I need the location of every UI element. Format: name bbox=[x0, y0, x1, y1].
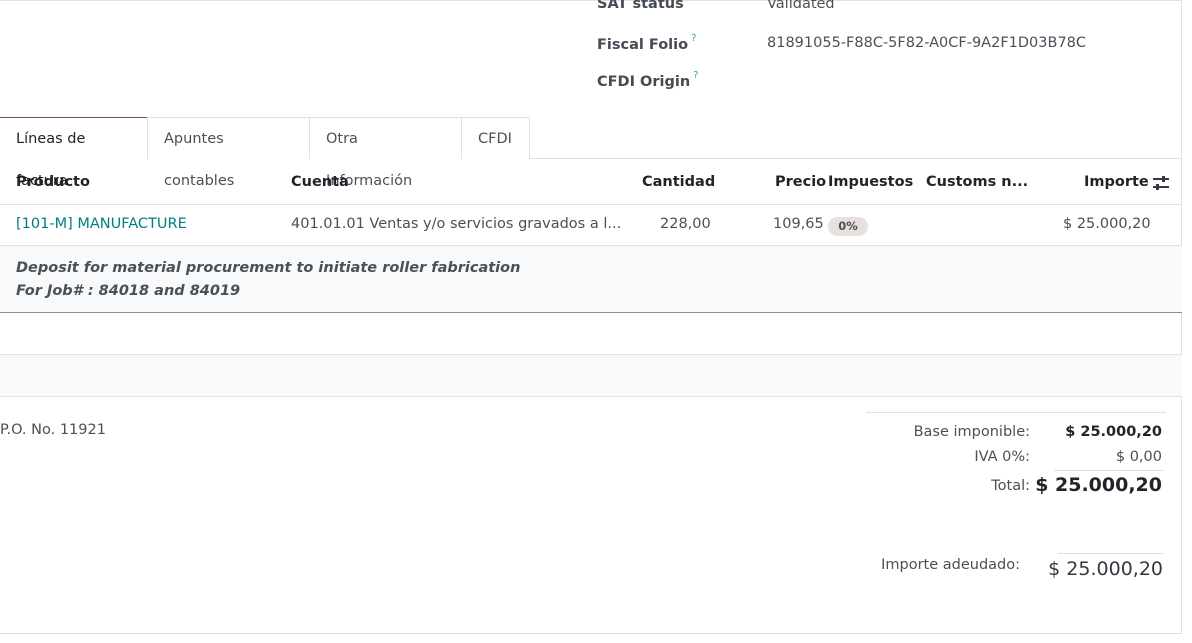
amount-cell: $ 25.000,20 bbox=[1063, 216, 1151, 232]
quantity-cell[interactable]: 228,00 bbox=[660, 216, 711, 232]
account-cell[interactable]: 401.01.01 Ventas y/o servicios gravados … bbox=[291, 216, 621, 232]
amount-due-label: Importe adeudado: bbox=[881, 557, 1020, 573]
column-settings-icon[interactable] bbox=[1152, 175, 1170, 191]
col-header-account[interactable]: Cuenta bbox=[291, 174, 349, 190]
fiscal-folio-label: Fiscal Folio? bbox=[597, 33, 696, 53]
sat-status-label: SAT status bbox=[597, 0, 684, 12]
empty-table-row bbox=[0, 355, 1182, 397]
col-header-taxes[interactable]: Impuestos bbox=[828, 174, 913, 190]
total-label: Total: bbox=[991, 478, 1030, 494]
total-divider bbox=[1054, 470, 1164, 471]
header-divider bbox=[0, 204, 1182, 205]
sat-status-value: Validated bbox=[767, 0, 835, 12]
cfdi-origin-label: CFDI Origin? bbox=[597, 70, 698, 90]
tab-other-info[interactable]: Otra Información bbox=[309, 117, 462, 189]
invoice-form-sheet: SAT status Validated Fiscal Folio? 81891… bbox=[0, 0, 1182, 634]
col-header-quantity[interactable]: Cantidad bbox=[642, 174, 715, 190]
col-header-amount[interactable]: Importe bbox=[1084, 174, 1149, 190]
tax-badge[interactable]: 0% bbox=[828, 217, 868, 236]
tab-journal-items[interactable]: Apuntes contables bbox=[147, 117, 310, 189]
col-header-price[interactable]: Precio bbox=[775, 174, 826, 190]
tab-invoice-lines[interactable]: Líneas de factura bbox=[0, 117, 148, 189]
base-amount-value: $ 25.000,20 bbox=[1065, 424, 1162, 440]
totals-top-divider bbox=[866, 412, 1166, 413]
fiscal-folio-value: 81891055-F88C-5F82-A0CF-9A2F1D03B78C bbox=[767, 35, 1087, 51]
price-cell[interactable]: 109,65 bbox=[773, 216, 824, 232]
fiscal-folio-label-text: Fiscal Folio bbox=[597, 36, 689, 53]
note-line-row[interactable]: Deposit for material procurement to init… bbox=[0, 246, 1182, 313]
narration-text[interactable]: P.O. No. 11921 bbox=[0, 422, 106, 438]
iva-value: $ 0,00 bbox=[1115, 449, 1162, 465]
total-value: $ 25.000,20 bbox=[1035, 474, 1162, 496]
notebook-tabs: Líneas de factura Apuntes contables Otra… bbox=[0, 117, 1182, 189]
iva-label: IVA 0%: bbox=[974, 449, 1030, 465]
cfdi-origin-label-text: CFDI Origin bbox=[597, 73, 691, 90]
amount-due-value: $ 25.000,20 bbox=[1048, 558, 1163, 580]
note-text-line-1: Deposit for material procurement to init… bbox=[16, 260, 521, 276]
empty-table-row bbox=[0, 313, 1182, 355]
help-tooltip-icon[interactable]: ? bbox=[693, 70, 698, 81]
note-text-line-2: For Job# : 84018 and 84019 bbox=[16, 283, 241, 299]
amount-due-divider bbox=[1058, 553, 1164, 554]
help-tooltip-icon[interactable]: ? bbox=[691, 33, 696, 44]
product-link[interactable]: [101-M] MANUFACTURE bbox=[16, 216, 187, 232]
base-amount-label: Base imponible: bbox=[913, 424, 1030, 440]
col-header-product[interactable]: Producto bbox=[16, 174, 90, 190]
col-header-customs[interactable]: Customs n... bbox=[926, 174, 1028, 190]
top-border bbox=[0, 0, 1182, 3]
tab-cfdi[interactable]: CFDI bbox=[461, 117, 530, 159]
